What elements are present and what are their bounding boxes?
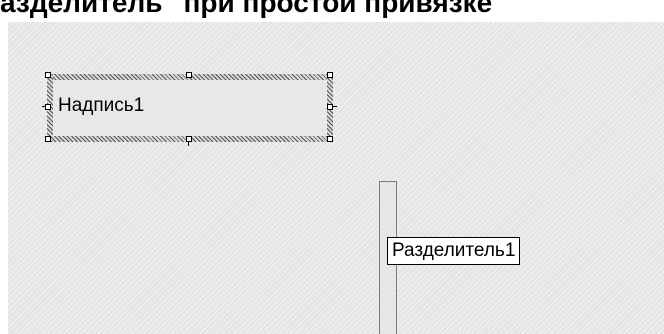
label-control-text: Надпись1	[58, 95, 145, 116]
resize-handle-middle-right[interactable]	[327, 104, 333, 110]
binding-tick-right	[333, 106, 337, 107]
resize-handle-top-center[interactable]	[186, 72, 192, 78]
binding-tick-left	[42, 106, 45, 107]
resize-handle-bottom-left[interactable]	[45, 136, 51, 142]
resize-handle-bottom-right[interactable]	[327, 136, 333, 142]
resize-handle-top-right[interactable]	[327, 72, 333, 78]
resize-handle-top-left[interactable]	[45, 72, 51, 78]
resize-handle-middle-left[interactable]	[45, 104, 51, 110]
form-design-canvas[interactable]	[8, 22, 664, 334]
resize-handle-bottom-center[interactable]	[186, 136, 192, 142]
splitter-tooltip: Разделитель1	[387, 237, 521, 265]
binding-tick-bottom	[188, 142, 189, 146]
page-caption: азделитель" при простой привязке"	[0, 0, 506, 18]
